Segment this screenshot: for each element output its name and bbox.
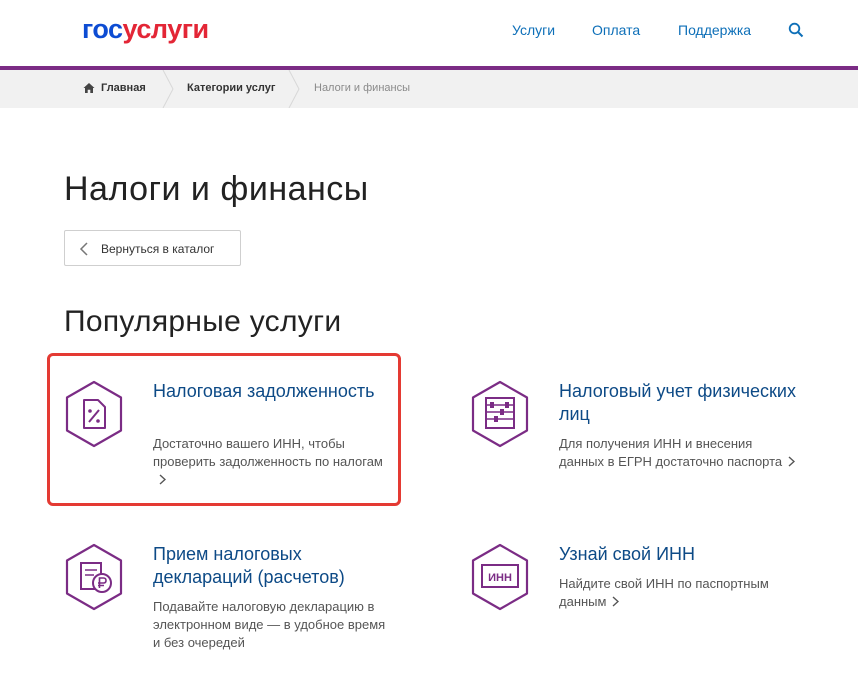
- service-card-title[interactable]: Налоговый учет физических лиц: [559, 380, 799, 426]
- highlight-box: [47, 353, 401, 506]
- nav-support[interactable]: Поддержка: [678, 22, 751, 38]
- page-title: Налоги и финансы: [64, 170, 369, 208]
- service-card-tax-declarations[interactable]: Прием налоговых деклараций (расчетов) По…: [64, 543, 385, 673]
- gosuslugi-logo[interactable]: госуслуги: [82, 14, 209, 45]
- service-card-desc: Найдите свой ИНН по паспортным данным: [559, 576, 769, 609]
- service-card-title[interactable]: Прием налоговых деклараций (расчетов): [153, 543, 393, 589]
- breadcrumb-current: Налоги и финансы: [314, 82, 411, 94]
- ruble-document-icon: [65, 543, 123, 611]
- nav-services[interactable]: Услуги: [512, 22, 555, 38]
- search-icon[interactable]: [788, 22, 804, 38]
- chevron-left-icon: [79, 242, 88, 256]
- service-card-desc: Для получения ИНН и внесения данных в ЕГ…: [559, 435, 799, 471]
- service-card-title[interactable]: Узнай свой ИНН: [559, 543, 799, 566]
- abacus-icon: [471, 380, 529, 448]
- header: госуслуги Услуги Оплата Поддержка: [0, 0, 858, 66]
- section-title: Популярные услуги: [64, 305, 342, 338]
- inn-icon: ИНН: [471, 543, 529, 611]
- breadcrumb-separator-icon: [162, 70, 174, 108]
- service-card-tax-registration[interactable]: Налоговый учет физических лиц Для получе…: [470, 380, 796, 510]
- home-icon: [83, 83, 95, 93]
- breadcrumb-home[interactable]: Главная: [101, 82, 146, 94]
- service-card-desc: Подавайте налоговую декларацию в электро…: [153, 599, 386, 650]
- breadcrumb-categories[interactable]: Категории услуг: [187, 82, 275, 94]
- chevron-right-icon: [788, 456, 796, 467]
- back-to-catalog-button[interactable]: Вернуться в каталог: [64, 230, 241, 266]
- inn-icon-text: ИНН: [488, 572, 512, 584]
- service-card-find-inn[interactable]: ИНН Узнай свой ИНН Найдите свой ИНН по п…: [470, 543, 790, 673]
- chevron-right-icon: [613, 596, 620, 607]
- breadcrumb: Главная Категории услуг Налоги и финансы: [0, 70, 858, 108]
- nav-payment[interactable]: Оплата: [592, 22, 640, 38]
- breadcrumb-separator-icon: [288, 70, 300, 108]
